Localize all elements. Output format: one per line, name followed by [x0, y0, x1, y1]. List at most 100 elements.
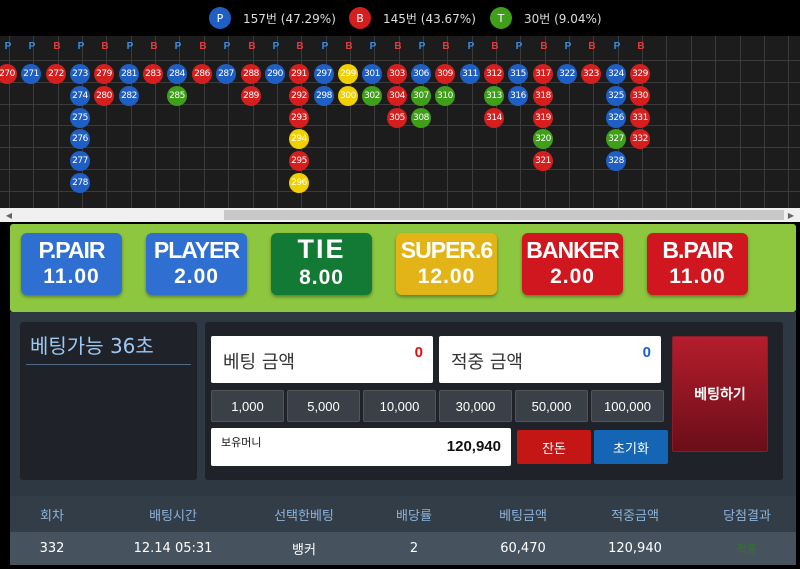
grid-line — [569, 36, 570, 208]
road-header-label: B — [101, 41, 109, 52]
bet-option-player[interactable]: PLAYER 2.00 — [146, 233, 247, 295]
road-bead: 287 — [216, 64, 236, 84]
bet-name: P.PAIR — [38, 237, 105, 263]
stat-item: T 30번 (9.04%) — [490, 7, 602, 29]
road-header-label: P — [564, 41, 572, 52]
scroll-right-icon[interactable]: ▶ — [784, 208, 798, 222]
grid-line — [472, 36, 473, 208]
road-header-label: P — [613, 41, 621, 52]
grid-line — [106, 36, 107, 208]
road-bead: 275 — [70, 108, 90, 128]
column-header: 배당률 — [396, 508, 432, 524]
road-bead: 306 — [411, 64, 431, 84]
column-header: 적중금액 — [611, 508, 659, 524]
road-bead: 309 — [435, 64, 455, 84]
bet-option-banker[interactable]: BANKER 2.00 — [522, 233, 623, 295]
road-bead: 308 — [411, 108, 431, 128]
road-bead: 325 — [606, 86, 626, 106]
grid-line — [691, 36, 692, 208]
road-bead: 326 — [606, 108, 626, 128]
road-bead: 321 — [533, 151, 553, 171]
column-header: 베팅금액 — [499, 508, 547, 524]
bet-name: PLAYER — [153, 237, 240, 263]
chip-button[interactable]: 1,000 — [211, 390, 284, 422]
grid-line — [179, 36, 180, 208]
grid-line — [277, 36, 278, 208]
stat-item: P 157번 (47.29%) — [209, 7, 336, 29]
road-header-label: P — [28, 41, 36, 52]
win-amount-label: 적중 금액 — [451, 352, 523, 373]
stat-text: 157번 (47.29%) — [243, 11, 336, 26]
chip-button[interactable]: 5,000 — [287, 390, 360, 422]
stat-text: 145번 (43.67%) — [383, 11, 476, 26]
road-header-label: B — [491, 41, 499, 52]
bet-odds: 11.00 — [43, 265, 100, 288]
road-bead: 307 — [411, 86, 431, 106]
table-row: 332 12.14 05:31 뱅커 2 60,470 120,940 적중 — [10, 532, 796, 565]
road-bead: 270 — [0, 64, 17, 84]
road-bead: 276 — [70, 129, 90, 149]
road-bead: 297 — [314, 64, 334, 84]
bet-odds: 8.00 — [299, 266, 344, 289]
road-bead: 302 — [362, 86, 382, 106]
chip-button[interactable]: 10,000 — [363, 390, 436, 422]
grid-line — [764, 36, 765, 208]
road-bead: 284 — [167, 64, 187, 84]
road-bead: 304 — [387, 86, 407, 106]
road-header-label: P — [515, 41, 523, 52]
road-bead: 274 — [70, 86, 90, 106]
grid-line — [326, 36, 327, 208]
road-header-label: B — [588, 41, 596, 52]
scroll-thumb[interactable] — [224, 210, 784, 220]
stat-text: 30번 (9.04%) — [524, 11, 602, 26]
road-bead: 281 — [119, 64, 139, 84]
bet-option-b-pair[interactable]: B.PAIR 11.00 — [647, 233, 748, 295]
road-bead: 311 — [460, 64, 480, 84]
column-header: 당첨결과 — [723, 508, 771, 524]
bet-option-super-6[interactable]: SUPER.6 12.00 — [396, 233, 497, 295]
road-bead: 278 — [70, 173, 90, 193]
divider — [26, 364, 191, 365]
road-header-label: B — [442, 41, 450, 52]
reset-button[interactable]: 초기화 — [594, 430, 668, 464]
road-bead: 312 — [484, 64, 504, 84]
column-header: 회차 — [40, 508, 64, 524]
chip-button[interactable]: 50,000 — [515, 390, 588, 422]
road-bead: 315 — [508, 64, 528, 84]
bet-option-tie[interactable]: TIE 8.00 — [271, 233, 372, 295]
stat-dot: T — [490, 7, 512, 29]
bet-option-p-pair[interactable]: P.PAIR 11.00 — [21, 233, 122, 295]
grid-line — [9, 36, 10, 208]
grid-line — [0, 191, 800, 192]
grid-line — [447, 36, 448, 208]
road-header-label: B — [345, 41, 353, 52]
road-header-label: B — [394, 41, 402, 52]
road-bead: 322 — [557, 64, 577, 84]
stat-dot: B — [349, 7, 371, 29]
road-bead: 294 — [289, 129, 309, 149]
grid-line — [253, 36, 254, 208]
road-bead: 286 — [192, 64, 212, 84]
column-header: 배팅시간 — [149, 508, 197, 524]
road-bead: 318 — [533, 86, 553, 106]
road-scrollbar[interactable]: ◀ ▶ — [0, 208, 800, 222]
road-bead: 329 — [630, 64, 650, 84]
road-bead: 272 — [46, 64, 66, 84]
road-bead: 320 — [533, 129, 553, 149]
place-bet-button[interactable]: 베팅하기 — [672, 336, 768, 452]
table-cell: 12.14 05:31 — [133, 541, 213, 556]
chip-button[interactable]: 30,000 — [439, 390, 512, 422]
road-bead: 323 — [581, 64, 601, 84]
road-bead: 279 — [94, 64, 114, 84]
bet-odds: 2.00 — [174, 265, 219, 288]
stat-dot: P — [209, 7, 231, 29]
grid-line — [520, 36, 521, 208]
allin-button[interactable]: 잔돈 — [517, 430, 591, 464]
money-box: 보유머니 120,940 — [211, 428, 511, 466]
table-cell: 적중 — [736, 542, 758, 556]
scroll-left-icon[interactable]: ◀ — [2, 208, 16, 222]
road-bead: 299 — [338, 64, 358, 84]
road-header-label: B — [248, 41, 256, 52]
chip-button[interactable]: 100,000 — [591, 390, 664, 422]
table-header: 회차 배팅시간 선택한베팅 배당률 베팅금액 적중금액 당첨결과 — [10, 496, 796, 532]
